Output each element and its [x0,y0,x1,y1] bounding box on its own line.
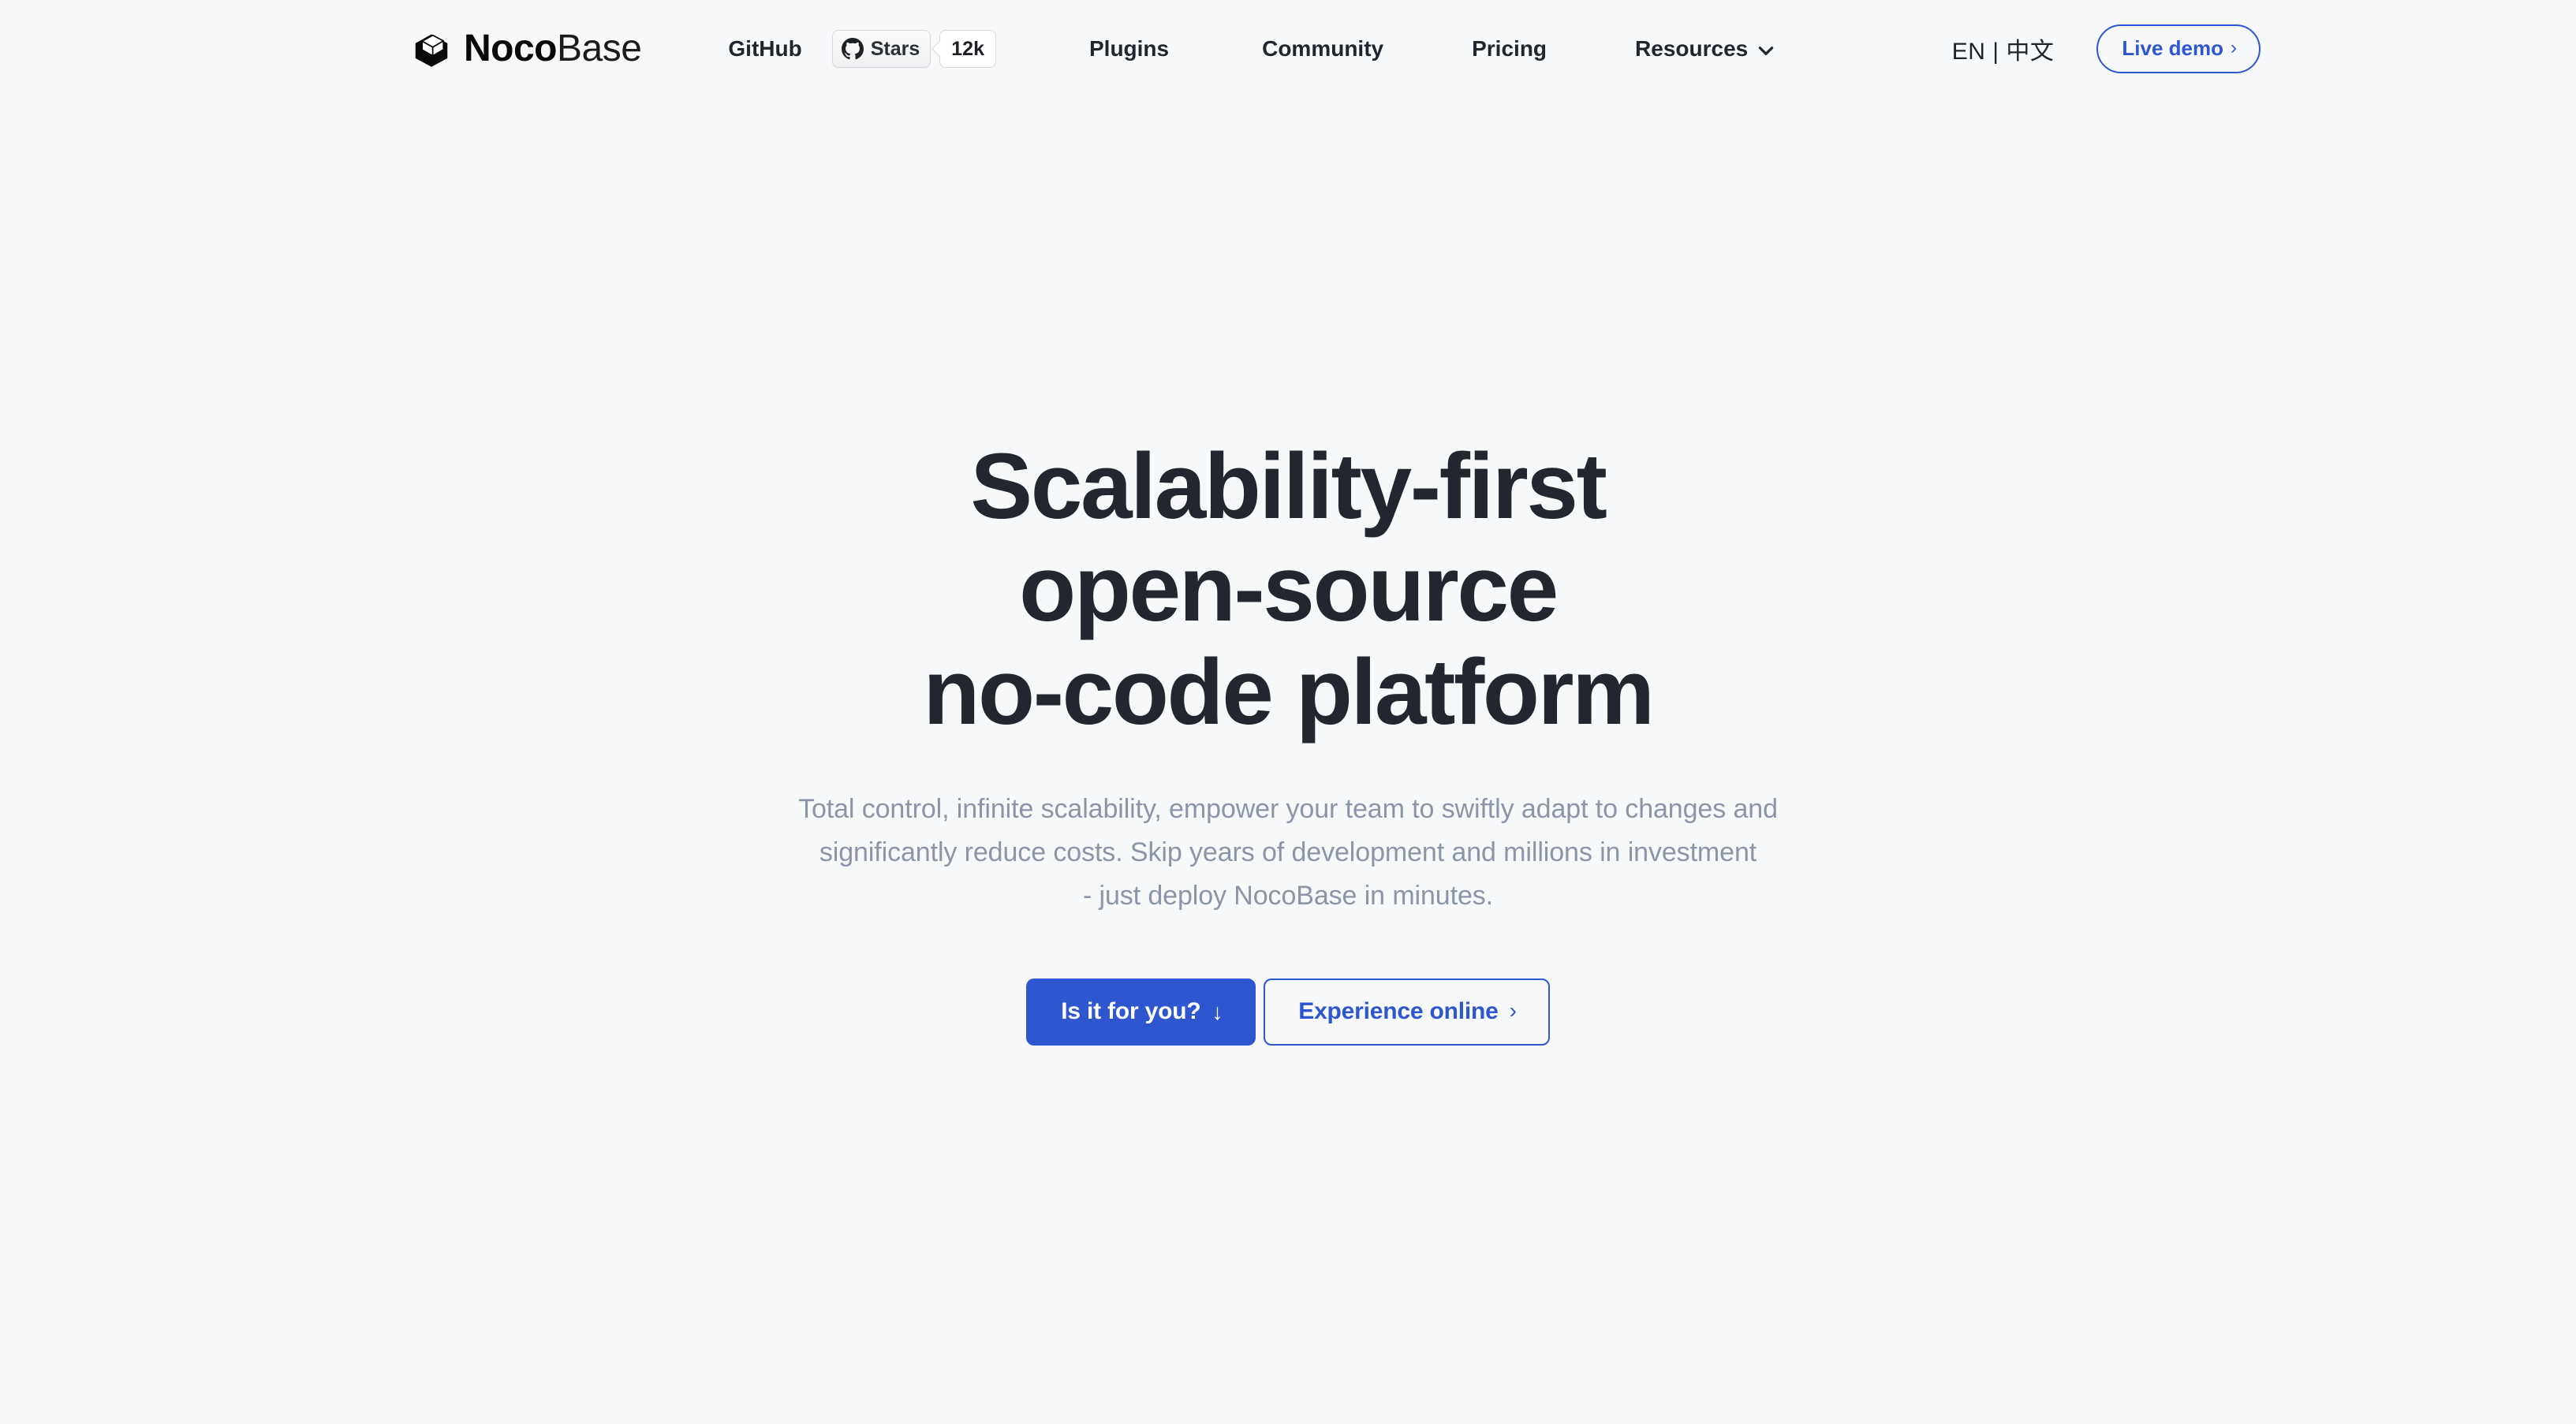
github-stars-count: 12k [939,30,996,68]
hero-subtitle-line-1: Total control, infinite scalability, emp… [798,794,1778,825]
live-demo-label: Live demo [2122,36,2223,60]
brand-word-bold: Noco [464,28,558,69]
is-it-for-you-button[interactable]: Is it for you? ↓ [1026,979,1256,1046]
github-stars-pill: Stars [831,30,931,68]
hero-subtitle: Total control, infinite scalability, emp… [798,788,1778,918]
hero-subtitle-line-3: - just deploy NocoBase in minutes. [1082,881,1494,911]
nav-item-github[interactable]: GitHub [728,28,801,69]
github-octocat-icon [841,38,864,60]
hero-cta-group: Is it for you? ↓ Experience online › [1026,979,1550,1046]
nav-label-community: Community [1262,36,1384,61]
github-stars-label: Stars [870,37,920,60]
arrow-down-icon: ↓ [1211,1000,1223,1025]
hero-headline: Scalability-first open-source no-code pl… [923,434,1655,744]
experience-online-button[interactable]: Experience online › [1264,979,1550,1046]
live-demo-button[interactable]: Live demo › [2096,24,2261,73]
header-right-cluster: EN | 中文 Live demo › [1952,24,2261,73]
header-inner: Noco Base GitHub Stars 12k Plugins Commu… [0,24,2576,73]
github-stars-count-wrap: 12k [939,30,996,68]
hero-headline-line-2: open-source [1019,537,1559,642]
nav-item-resources[interactable]: Resources [1635,28,1776,69]
language-switcher[interactable]: EN | 中文 [1952,32,2055,66]
hero-headline-line-3: no-code platform [923,639,1655,744]
brand-logo-link[interactable]: Noco Base [410,28,642,70]
nav-label-github: GitHub [728,36,802,61]
nav-label-plugins: Plugins [1088,36,1170,61]
chevron-right-icon: › [2231,36,2237,58]
nav-item-community[interactable]: Community [1262,28,1383,69]
nav-item-pricing[interactable]: Pricing [1472,28,1547,69]
site-header: Noco Base GitHub Stars 12k Plugins Commu… [0,0,2576,98]
experience-online-label: Experience online [1298,998,1499,1025]
chevron-right-icon: › [1509,998,1517,1023]
is-it-for-you-label: Is it for you? [1061,998,1201,1025]
brand-word-thin: Base [557,28,642,69]
hero-subtitle-line-2: significantly reduce costs. Skip years o… [819,837,1757,868]
nav-label-resources: Resources [1635,36,1749,61]
brand-wordmark: Noco Base [464,28,642,69]
main-navigation: GitHub Stars 12k Plugins Community Prici… [728,28,1776,69]
hero-headline-line-1: Scalability-first [970,434,1607,539]
nocobase-cube-logo-icon [410,28,453,70]
github-stars-badge[interactable]: Stars 12k [831,30,996,68]
chevron-down-icon [1756,40,1776,61]
hero-section: Scalability-first open-source no-code pl… [0,98,2576,1046]
nav-label-pricing: Pricing [1472,36,1547,61]
nav-item-plugins[interactable]: Plugins [1089,28,1169,69]
